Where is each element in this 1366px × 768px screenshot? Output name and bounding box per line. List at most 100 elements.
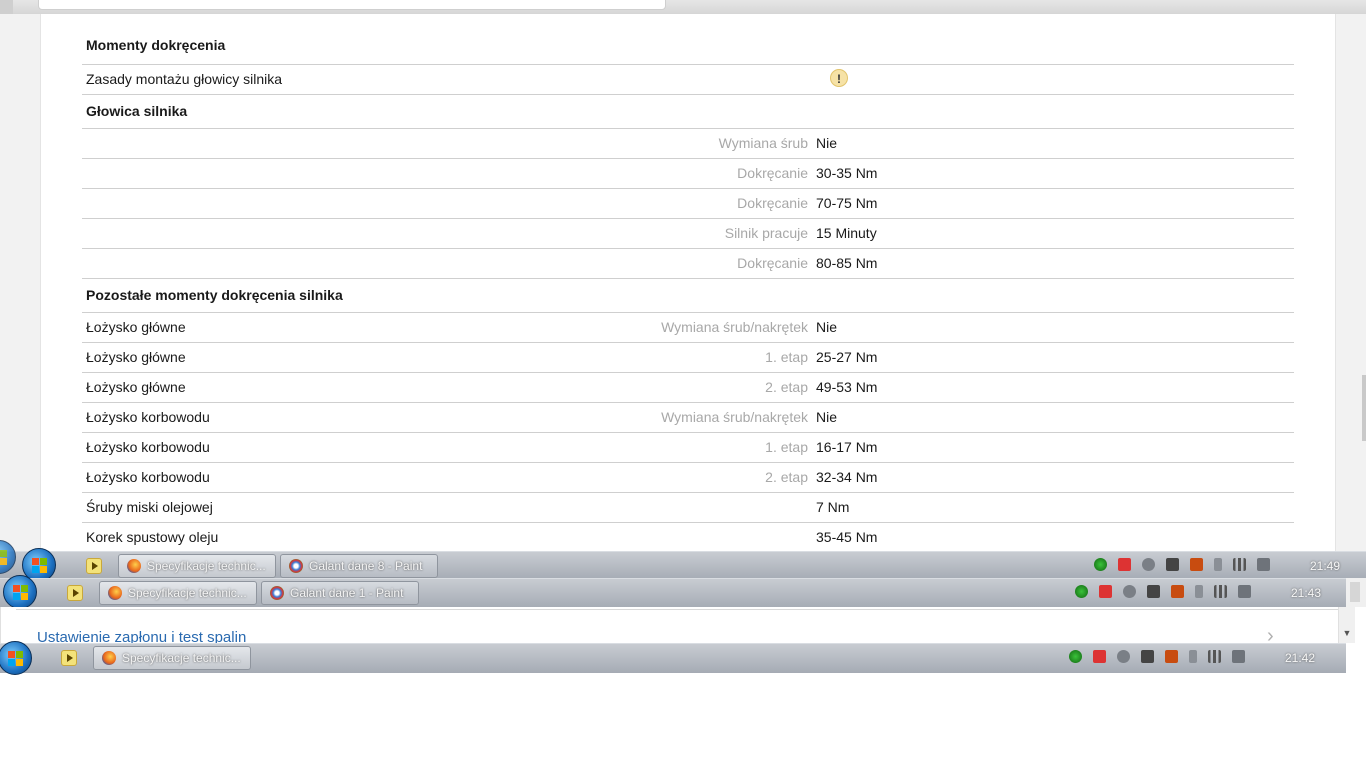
taskbar: Specyfikacje technic... Galant dane 1 - … xyxy=(0,575,1346,609)
battery-icon[interactable] xyxy=(1195,585,1203,599)
speaker-icon[interactable] xyxy=(1171,585,1184,599)
row-value: 30-35 Nm xyxy=(816,165,878,181)
firefox-icon xyxy=(127,559,141,573)
row-value: 15 Minuty xyxy=(816,225,877,241)
paint-icon xyxy=(289,559,303,573)
battery-icon[interactable] xyxy=(1214,558,1222,572)
row-label: 1. etap xyxy=(765,439,808,455)
divider xyxy=(16,609,1339,610)
taskbar-item-browser[interactable]: Specyfikacje technic... xyxy=(118,554,276,578)
section-heading: Głowica silnika xyxy=(86,103,188,119)
row-label: 2. etap xyxy=(765,379,808,395)
antivirus-icon[interactable] xyxy=(1075,585,1088,599)
browser-chrome xyxy=(0,0,1366,15)
network-icon[interactable] xyxy=(1142,558,1155,572)
network-icon[interactable] xyxy=(1123,585,1136,599)
row-value: Nie xyxy=(816,319,838,335)
taskbar-item-browser[interactable]: Specyfikacje technic... xyxy=(93,646,251,670)
window-icon[interactable] xyxy=(1141,650,1154,664)
scroll-down-arrow[interactable]: ▼ xyxy=(1338,607,1355,643)
media-player-icon[interactable] xyxy=(61,650,77,666)
table-row: Zasady montażu głowicy silnika! xyxy=(82,64,1294,95)
table-row: Łożysko korbowodu Wymiana śrub/nakrętek Ni… xyxy=(82,402,1294,433)
row-label: Wymiana śrub/nakrętek xyxy=(661,319,808,335)
table-row: Śruby miski olejowej 7 Nm xyxy=(82,492,1294,523)
volume-icon[interactable] xyxy=(1257,558,1270,572)
signal-icon[interactable] xyxy=(1208,650,1221,664)
media-player-icon[interactable] xyxy=(86,558,102,574)
row-label: Dokręcanie xyxy=(737,195,808,211)
taskbar-item-label: Specyfikacje technic... xyxy=(122,651,241,665)
taskbar: Specyfikacje technic... 21:42 xyxy=(0,641,1346,675)
scrollbar-thumb[interactable] xyxy=(1362,375,1366,441)
row-value: 25-27 Nm xyxy=(816,349,878,365)
table-row: Łożysko główne 1. etap 25-27 Nm xyxy=(82,342,1294,373)
speaker-icon[interactable] xyxy=(1190,558,1203,572)
address-bar[interactable] xyxy=(38,0,666,10)
network-icon[interactable] xyxy=(1117,650,1130,664)
table-row: Dokręcanie 70-75 Nm xyxy=(82,188,1294,219)
table-row: Łożysko korbowodu 1. etap 16-17 Nm xyxy=(82,432,1294,463)
system-tray xyxy=(1094,556,1281,580)
firefox-icon xyxy=(108,586,122,600)
row-value: 49-53 Nm xyxy=(816,379,878,395)
page-fragment: Ustawienie zapłonu i test spalin › xyxy=(0,607,1347,647)
table-row: Łożysko korbowodu 2. etap 32-34 Nm xyxy=(82,462,1294,493)
firefox-icon xyxy=(102,651,116,665)
action-center-icon[interactable] xyxy=(1099,585,1112,599)
section-heading-row: Głowica silnika xyxy=(82,94,1294,129)
row-label: Dokręcanie xyxy=(737,255,808,271)
row-value: Nie xyxy=(816,135,838,151)
row-label: Wymiana śrub xyxy=(718,135,808,151)
scrollbar-thumb[interactable] xyxy=(1350,582,1360,602)
table-row: Dokręcanie 30-35 Nm xyxy=(82,158,1294,189)
row-value: 7 Nm xyxy=(816,499,850,515)
antivirus-icon[interactable] xyxy=(1094,558,1107,572)
media-player-icon[interactable] xyxy=(67,585,83,601)
table-row: Dokręcanie 80-85 Nm xyxy=(82,248,1294,279)
antivirus-icon[interactable] xyxy=(1069,650,1082,664)
taskbar-item-paint[interactable]: Galant dane 1 - Paint xyxy=(261,581,419,605)
row-component: Łożysko korbowodu xyxy=(86,439,210,455)
row-component: Korek spustowy oleju xyxy=(86,529,219,545)
action-center-icon[interactable] xyxy=(1093,650,1106,664)
start-button[interactable] xyxy=(0,641,32,675)
row-component: Łożysko główne xyxy=(86,349,186,365)
window-icon[interactable] xyxy=(1166,558,1179,572)
table-row: Łożysko główne 2. etap 49-53 Nm xyxy=(82,372,1294,403)
battery-icon[interactable] xyxy=(1189,650,1197,664)
action-center-icon[interactable] xyxy=(1118,558,1131,572)
exclamation-icon[interactable]: ! xyxy=(830,69,848,87)
taskbar-item-browser[interactable]: Specyfikacje technic... xyxy=(99,581,257,605)
row-label: Wymiana śrub/nakrętek xyxy=(661,409,808,425)
system-tray xyxy=(1069,648,1256,672)
window-edge xyxy=(0,0,13,14)
clock[interactable]: 21:49 xyxy=(1310,559,1340,573)
taskbar-item-label: Specyfikacje technic... xyxy=(147,559,266,573)
row-value: Nie xyxy=(816,409,838,425)
clock[interactable]: 21:43 xyxy=(1291,586,1321,600)
row-value: 70-75 Nm xyxy=(816,195,878,211)
row-component: Łożysko korbowodu xyxy=(86,469,210,485)
row-component: Zasady montażu głowicy silnika xyxy=(86,71,283,87)
volume-icon[interactable] xyxy=(1238,585,1251,599)
volume-icon[interactable] xyxy=(1232,650,1245,664)
row-component: Śruby miski olejowej xyxy=(86,499,213,515)
signal-icon[interactable] xyxy=(1233,558,1246,572)
signal-icon[interactable] xyxy=(1214,585,1227,599)
row-component: Łożysko główne xyxy=(86,379,186,395)
speaker-icon[interactable] xyxy=(1165,650,1178,664)
scrollbar-track[interactable] xyxy=(1346,578,1366,607)
row-label: 2. etap xyxy=(765,469,808,485)
taskbar-item-label: Galant dane 1 - Paint xyxy=(290,586,404,600)
row-value: 16-17 Nm xyxy=(816,439,878,455)
row-label: Dokręcanie xyxy=(737,165,808,181)
table-row: Korek spustowy oleju 35-45 Nm xyxy=(82,522,1294,553)
taskbar-item-label: Galant dane 8 - Paint xyxy=(309,559,423,573)
window-icon[interactable] xyxy=(1147,585,1160,599)
start-button[interactable] xyxy=(3,575,37,609)
row-label: 1. etap xyxy=(765,349,808,365)
section-title: Momenty dokręcenia xyxy=(86,37,226,53)
taskbar-item-paint[interactable]: Galant dane 8 - Paint xyxy=(280,554,438,578)
clock[interactable]: 21:42 xyxy=(1285,651,1315,665)
